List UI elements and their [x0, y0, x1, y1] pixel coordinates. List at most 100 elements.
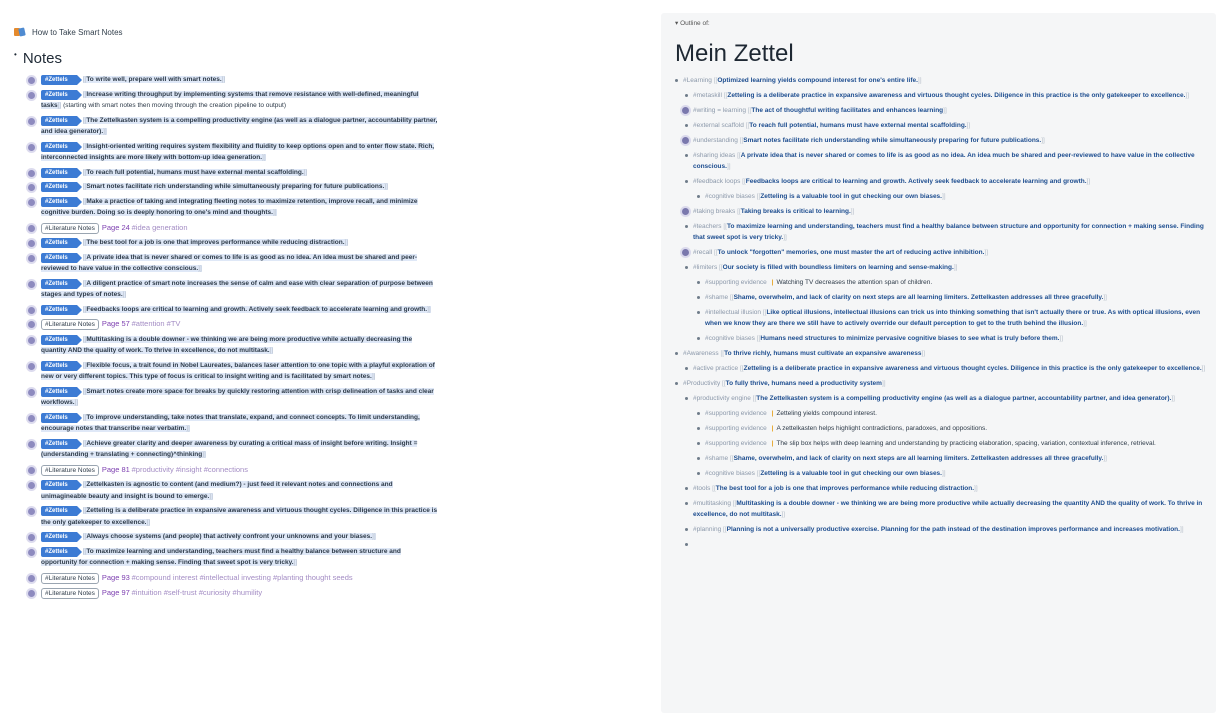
- note-bullet-icon[interactable]: [28, 91, 35, 99]
- note-link-text[interactable]: [[Achieve greater clarity and deeper awa…: [41, 439, 418, 459]
- note-link-label[interactable]: A private idea that is never shared or c…: [41, 254, 417, 273]
- note-text[interactable]: #Zettels [[Zetteling is a deliberate prac…: [41, 505, 438, 528]
- topic-tags[interactable]: #productivity #insight #connections: [132, 465, 248, 474]
- zettels-tag[interactable]: #Zettels: [41, 141, 82, 152]
- note-bullet-icon[interactable]: [28, 414, 35, 422]
- note-text[interactable]: #Zettels [[Insight-oriented writing requi…: [41, 141, 438, 164]
- note-link-text[interactable]: [[Zettelkasten is agnostic to content (a…: [41, 481, 393, 500]
- outline-title[interactable]: Mein Zettel: [675, 39, 1216, 69]
- note-text[interactable]: #Zettels [[To write well, prepare well wi…: [41, 74, 226, 86]
- outline-bullet-icon[interactable]: [682, 249, 689, 256]
- outline-link-text[interactable]: The best tool for a job is one that impr…: [716, 485, 974, 492]
- outline-hashtag[interactable]: #cognitive biases: [705, 470, 755, 477]
- topic-tags[interactable]: #compound interest #intellectual investi…: [132, 573, 353, 582]
- note-text[interactable]: #Zettels [[To reach full potential, human…: [41, 167, 308, 179]
- outline-hashtag[interactable]: #Productivity: [683, 380, 720, 387]
- note-bullet-icon[interactable]: [28, 169, 35, 177]
- note-link-label[interactable]: To improve understanding, take notes tha…: [41, 414, 420, 433]
- outline-link-text[interactable]: To maximize learning and understanding, …: [693, 223, 1204, 241]
- note-text[interactable]: #Zettels [[Always choose systems (and peo…: [41, 531, 376, 543]
- outline-link-text[interactable]: Smart notes facilitate rich understandin…: [743, 137, 1041, 144]
- outline-bullet-icon[interactable]: [685, 367, 688, 370]
- note-link-label[interactable]: Smart notes create more space for breaks…: [41, 388, 434, 407]
- topic-tags[interactable]: #idea generation: [132, 223, 188, 232]
- zettels-tag[interactable]: #Zettels: [41, 115, 82, 126]
- outline-bullet-icon[interactable]: [697, 296, 700, 299]
- note-text[interactable]: #Zettels [[A private idea that is never s…: [41, 252, 438, 275]
- note-text[interactable]: #Zettels [[Feedbacks loops are critical t…: [41, 304, 431, 316]
- outline-bullet-icon[interactable]: [675, 382, 678, 385]
- zettels-tag[interactable]: #Zettels: [41, 412, 82, 423]
- note-bullet-icon[interactable]: [28, 534, 35, 541]
- note-link-text[interactable]: [[To maximize learning and understanding…: [41, 547, 401, 566]
- outline-hashtag[interactable]: #cognitive biases: [705, 193, 755, 200]
- note-text[interactable]: #Zettels [[To improve understanding, take…: [41, 412, 438, 435]
- literature-notes-tag[interactable]: #Literature Notes: [41, 222, 99, 234]
- breadcrumb-label[interactable]: How to Take Smart Notes: [32, 28, 123, 37]
- outline-bullet-icon[interactable]: [675, 79, 678, 82]
- outline-bullet-icon[interactable]: [697, 427, 700, 430]
- note-link-label[interactable]: Achieve greater clarity and deeper aware…: [41, 440, 417, 459]
- outline-bullet-icon[interactable]: [685, 124, 688, 127]
- evidence-text[interactable]: The slip box helps with deep learning an…: [776, 440, 1155, 447]
- outline-bullet-icon[interactable]: [697, 337, 700, 340]
- note-bullet-icon[interactable]: [28, 440, 35, 448]
- outline-bullet-icon[interactable]: [697, 281, 700, 284]
- outline-link-text[interactable]: Planning is not a universally productive…: [727, 526, 1180, 533]
- outline-hashtag[interactable]: #taking breaks: [693, 208, 735, 215]
- outline-hashtag[interactable]: #writing = learning: [693, 107, 746, 114]
- literature-notes-tag[interactable]: #Literature Notes: [41, 588, 99, 599]
- evidence-text[interactable]: Zetteling yields compound interest.: [776, 410, 876, 417]
- note-link-text[interactable]: [[Make a practice of taking and integrat…: [41, 197, 418, 217]
- note-bullet-icon[interactable]: [28, 590, 35, 597]
- note-text[interactable]: #Literature Notes Page 57 #attention #TV: [41, 318, 180, 331]
- note-link-label[interactable]: Smart notes facilitate rich understandin…: [86, 183, 384, 190]
- note-link-text[interactable]: [[Always choose systems (and people) tha…: [82, 533, 376, 540]
- topic-tags[interactable]: #attention #TV: [132, 319, 181, 328]
- outline-link-text[interactable]: To unlock "forgotten" memories, one must…: [718, 249, 985, 256]
- note-text[interactable]: #Literature Notes Page 93 #compound inter…: [41, 572, 353, 585]
- outline-hashtag[interactable]: #shame: [705, 455, 728, 462]
- outline-link-text[interactable]: Our society is filled with boundless lim…: [723, 264, 954, 271]
- outline-bullet-icon[interactable]: [682, 107, 689, 114]
- zettels-tag[interactable]: #Zettels: [41, 182, 82, 192]
- outline-bullet-icon[interactable]: [685, 180, 688, 183]
- literature-notes-tag[interactable]: #Literature Notes: [41, 572, 99, 584]
- zettels-tag[interactable]: #Zettels: [41, 75, 82, 85]
- note-bullet-icon[interactable]: [28, 466, 35, 474]
- outline-link-text[interactable]: Like optical illusions, intellectual ill…: [705, 309, 1200, 327]
- note-bullet-icon[interactable]: [28, 254, 35, 262]
- outline-hashtag[interactable]: #tools: [693, 485, 710, 492]
- note-link-text[interactable]: [[Smart notes create more space for brea…: [41, 387, 434, 407]
- note-text[interactable]: #Literature Notes Page 24 #idea generatio…: [41, 222, 188, 235]
- note-text[interactable]: #Zettels [[Zettelkasten is agnostic to co…: [41, 479, 438, 502]
- note-bullet-icon[interactable]: [28, 280, 35, 288]
- evidence-text[interactable]: A zettelkasten helps highlight contradic…: [776, 425, 987, 432]
- zettels-tag[interactable]: #Zettels: [41, 278, 82, 289]
- note-text[interactable]: #Zettels [[Smart notes facilitate rich un…: [41, 181, 388, 193]
- outline-link-text[interactable]: To fully thrive, humans need a productiv…: [726, 380, 882, 387]
- zettels-tag[interactable]: #Zettels: [41, 480, 82, 490]
- zettels-tag[interactable]: #Zettels: [41, 304, 82, 315]
- note-text[interactable]: #Zettels [[To maximize learning and under…: [41, 546, 438, 569]
- zettels-tag[interactable]: #Zettels: [41, 532, 82, 542]
- note-link-text[interactable]: [[The best tool for a job is one that im…: [82, 239, 349, 246]
- outline-link-text[interactable]: Zetteling is a deliberate practice in ex…: [744, 365, 1202, 372]
- outline-hashtag[interactable]: #productivity engine: [693, 395, 751, 402]
- outline-link-text[interactable]: Zetteling is a valuable tool in gut chec…: [760, 470, 942, 477]
- note-link-text[interactable]: [[Multitasking is a double downer - we t…: [41, 335, 413, 354]
- note-link-label[interactable]: Make a practice of taking and integratin…: [41, 198, 418, 217]
- outline-bullet-icon[interactable]: [685, 94, 688, 97]
- outline-hashtag[interactable]: #metaskill: [693, 92, 722, 99]
- note-text[interactable]: #Literature Notes Page 97 #intuition #sel…: [41, 587, 262, 600]
- note-bullet-icon[interactable]: [28, 574, 35, 582]
- outline-link-text[interactable]: To reach full potential, humans must hav…: [749, 122, 966, 129]
- evidence-text[interactable]: Watching TV decreases the attention span…: [776, 279, 932, 286]
- outline-bullet-icon[interactable]: [685, 397, 688, 400]
- note-link-label[interactable]: Always choose systems (and people) that …: [86, 533, 372, 540]
- breadcrumb[interactable]: How to Take Smart Notes: [14, 26, 640, 38]
- note-bullet-icon[interactable]: [28, 388, 35, 396]
- outline-bullet-icon[interactable]: [682, 137, 689, 144]
- outline-label[interactable]: ▾ Outline of:: [675, 19, 1216, 29]
- outline-bullet-icon[interactable]: [697, 195, 700, 198]
